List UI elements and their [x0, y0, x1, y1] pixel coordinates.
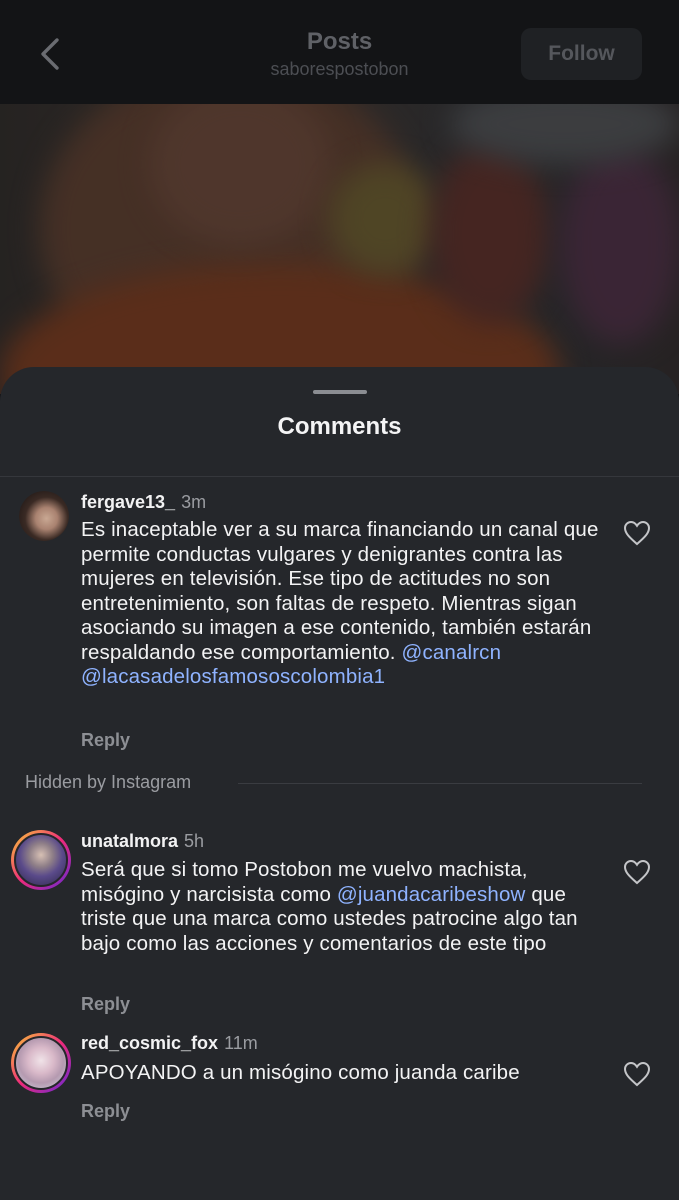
- reply-button[interactable]: Reply: [81, 994, 130, 1015]
- avatar[interactable]: [19, 491, 69, 541]
- hidden-comments-toggle[interactable]: Hidden by Instagram: [25, 772, 191, 793]
- heart-outline-icon[interactable]: [623, 859, 651, 885]
- comment-header: unatalmora 5h: [81, 829, 204, 853]
- sheet-title: Comments: [277, 413, 402, 440]
- mention-link[interactable]: @juandacaribeshow: [337, 883, 526, 906]
- mention-link[interactable]: @lacasadelosfamososcolombia1: [81, 665, 385, 688]
- video-preview: [0, 104, 679, 394]
- avatar[interactable]: [11, 830, 71, 890]
- divider: [0, 476, 679, 477]
- comment-username[interactable]: fergave13_: [81, 492, 175, 512]
- mention-link[interactable]: @canalrcn: [401, 641, 501, 664]
- comment-text: Será que si tomo Postobon me vuelvo mach…: [81, 858, 578, 955]
- comment-header: fergave13_ 3m: [81, 490, 206, 514]
- reply-button[interactable]: Reply: [81, 730, 130, 751]
- comment-time: 5h: [184, 831, 205, 851]
- comment-text: Es inaceptable ver a su marca financiand…: [81, 518, 599, 688]
- comment-username[interactable]: unatalmora: [81, 831, 178, 851]
- top-nav-bar: Posts saborespostobon Follow: [0, 0, 679, 104]
- comment-time: 11m: [224, 1033, 258, 1053]
- follow-button[interactable]: Follow: [521, 28, 642, 80]
- avatar[interactable]: [11, 1033, 71, 1093]
- comment-text: APOYANDO a un misógino como juanda carib…: [81, 1061, 520, 1084]
- heart-outline-icon[interactable]: [623, 1061, 651, 1087]
- divider: [238, 783, 642, 784]
- comment-header: red_cosmic_fox 11m: [81, 1031, 258, 1055]
- comment-username[interactable]: red_cosmic_fox: [81, 1033, 218, 1053]
- heart-outline-icon[interactable]: [623, 520, 651, 546]
- comment-time: 3m: [181, 492, 207, 512]
- sheet-grabber[interactable]: [313, 390, 367, 394]
- reply-button[interactable]: Reply: [81, 1101, 130, 1122]
